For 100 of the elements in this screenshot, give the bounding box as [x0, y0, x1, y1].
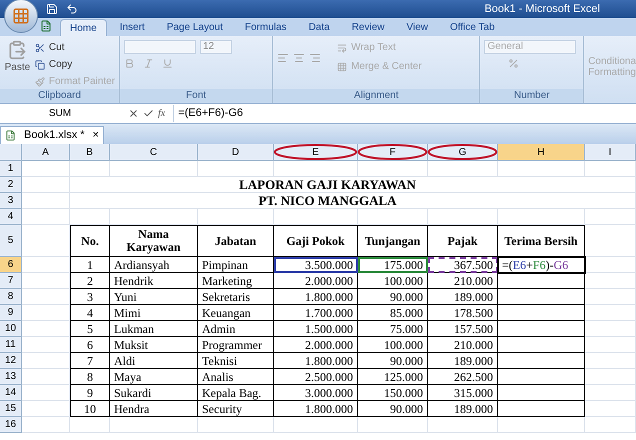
grid-cell [22, 353, 70, 369]
row-header[interactable]: 5 [0, 225, 22, 257]
undo-icon[interactable] [66, 3, 78, 15]
table-cell: Ardiansyah [110, 257, 198, 273]
font-name-field[interactable] [124, 40, 196, 54]
row-header[interactable]: 1 [0, 161, 22, 177]
align-left-icon[interactable] [277, 52, 290, 64]
table-cell: 125.000 [358, 369, 428, 385]
column-header[interactable]: A [22, 144, 70, 161]
row-header[interactable]: 12 [0, 353, 22, 369]
table-cell: 3.000.000 [274, 385, 358, 401]
column-header[interactable]: D [198, 144, 274, 161]
grid-cell [428, 417, 498, 433]
ribbon-tab[interactable]: Data [300, 19, 339, 36]
row-header[interactable]: 16 [0, 417, 22, 433]
grid-cell [585, 225, 636, 257]
merge-cells-icon [337, 62, 348, 72]
formula-field[interactable]: =(E6+F6)-G6 [173, 105, 636, 122]
table-cell: Admin [198, 321, 274, 337]
table-cell: 1.700.000 [274, 305, 358, 321]
table-cell: Sukardi [110, 385, 198, 401]
table-cell: Hendrik [110, 273, 198, 289]
group-label: Alignment [273, 89, 480, 103]
column-header[interactable]: G [428, 144, 498, 161]
align-center-icon[interactable] [293, 52, 306, 64]
percent-icon[interactable] [508, 58, 520, 69]
grid-cell [585, 161, 636, 177]
table-cell: 100.000 [358, 337, 428, 353]
report-title: PT. NICO MANGGALA [258, 192, 397, 210]
table-cell: 1.800.000 [274, 401, 358, 417]
referenced-cell: 175.000 [358, 257, 428, 273]
row-header[interactable]: 9 [0, 305, 22, 321]
grid-cell [358, 417, 428, 433]
ribbon-tab[interactable]: Insert [110, 19, 154, 36]
spreadsheet-icon [5, 130, 16, 141]
table-cell: 90.000 [358, 401, 428, 417]
table-cell: 210.000 [428, 337, 498, 353]
row-header[interactable]: 13 [0, 369, 22, 385]
table-cell: 1.500.000 [274, 321, 358, 337]
cancel-icon[interactable] [128, 108, 139, 119]
table-cell: Sekretaris [198, 289, 274, 305]
row-header[interactable]: 15 [0, 401, 22, 417]
table-cell: Yuni [110, 289, 198, 305]
office-button[interactable] [4, 0, 38, 33]
document-tab[interactable]: Book1.xlsx * × [0, 126, 104, 144]
italic-icon[interactable] [143, 58, 154, 69]
enter-icon[interactable] [143, 108, 154, 119]
table-cell: 10 [70, 401, 110, 417]
column-header[interactable]: F [358, 144, 428, 161]
table-cell: 1.800.000 [274, 353, 358, 369]
copy-button[interactable]: Copy [34, 57, 115, 72]
table-cell: Aldi [110, 353, 198, 369]
insert-function-button[interactable]: fx [158, 106, 166, 121]
grid-cell [22, 305, 70, 321]
scissors-icon [34, 42, 45, 52]
table-cell: 9 [70, 385, 110, 401]
active-cell[interactable]: =(E6+F6)-G6 [498, 257, 585, 273]
row-header[interactable]: 8 [0, 289, 22, 305]
row-header[interactable]: 6 [0, 257, 22, 273]
ribbon-tab[interactable]: View [397, 19, 437, 36]
table-cell: 1.800.000 [274, 289, 358, 305]
ribbon-tab[interactable]: Review [342, 19, 394, 36]
select-all-corner[interactable] [0, 144, 22, 161]
paste-button[interactable]: Paste [4, 40, 31, 89]
copy-icon [34, 60, 45, 70]
bold-icon[interactable] [124, 58, 135, 69]
align-right-icon[interactable] [309, 52, 322, 64]
clipboard-icon [7, 40, 28, 60]
column-header[interactable]: C [110, 144, 198, 161]
grid-cell [22, 209, 70, 225]
column-header[interactable]: B [70, 144, 110, 161]
ribbon-tab[interactable]: Formulas [236, 19, 296, 36]
window-title: Book1 - Microsoft Excel [484, 2, 600, 17]
save-icon[interactable] [46, 3, 58, 15]
column-header[interactable]: H [498, 144, 585, 161]
grid-cell [585, 401, 636, 417]
ribbon-tab[interactable]: Office Tab [440, 19, 504, 36]
table-cell: 8 [70, 369, 110, 385]
column-header[interactable]: I [585, 144, 636, 161]
row-header[interactable]: 14 [0, 385, 22, 401]
table-cell: Programmer [198, 337, 274, 353]
table-cell: Teknisi [198, 353, 274, 369]
table-cell: 90.000 [358, 353, 428, 369]
table-cell: Maya [110, 369, 198, 385]
close-tab-button[interactable]: × [92, 127, 99, 144]
underline-icon[interactable] [162, 58, 173, 69]
row-header[interactable]: 11 [0, 337, 22, 353]
name-box[interactable]: SUM [0, 106, 120, 121]
ribbon-tab[interactable]: Page Layout [158, 19, 232, 36]
row-header[interactable]: 7 [0, 273, 22, 289]
row-header[interactable]: 2 [0, 177, 22, 193]
cut-button[interactable]: Cut [34, 40, 115, 55]
ribbon-tab[interactable]: Home [60, 19, 107, 36]
row-header[interactable]: 10 [0, 321, 22, 337]
row-header[interactable]: 3 [0, 193, 22, 209]
table-cell: 2 [70, 273, 110, 289]
grid-cell [70, 417, 110, 433]
column-header[interactable]: E [274, 144, 358, 161]
table-cell: 85.000 [358, 305, 428, 321]
row-header[interactable]: 4 [0, 209, 22, 225]
